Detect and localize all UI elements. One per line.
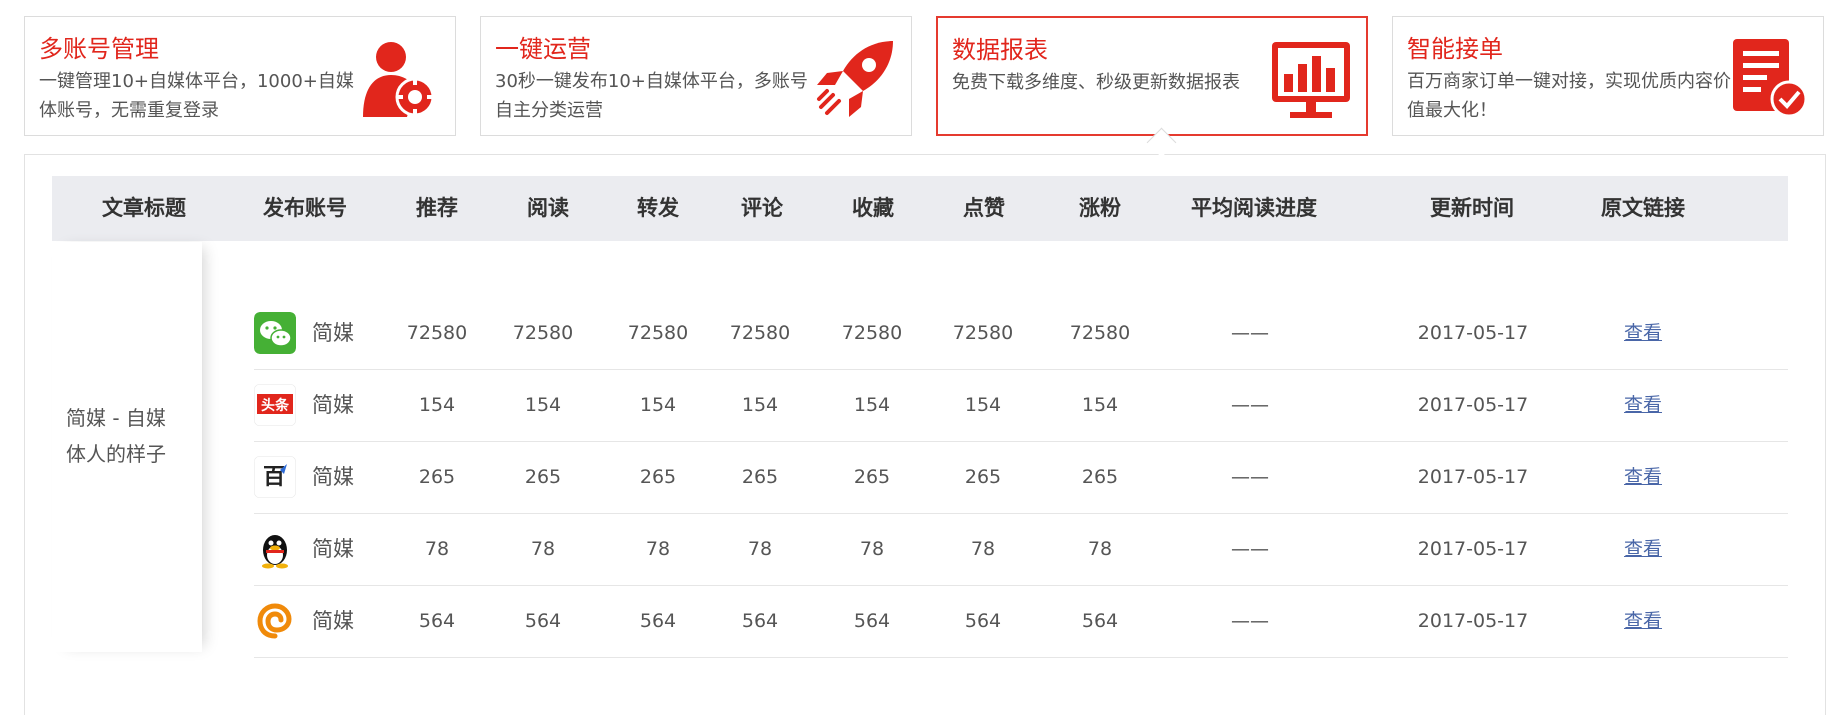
column-header: 阅读 — [527, 196, 569, 220]
avg-read-progress: —— — [1231, 466, 1269, 488]
table-row: 简媒 72580 72580 72580 72580 72580 72580 7… — [254, 297, 1788, 370]
feature-desc: 免费下载多维度、秒级更新数据报表 — [952, 72, 1240, 93]
avg-read-progress: —— — [1231, 538, 1269, 560]
metric-like: 78 — [970, 538, 996, 560]
svg-text:头条: 头条 — [261, 397, 290, 414]
view-original-link[interactable]: 查看 — [1624, 297, 1662, 369]
metric-recommend: 72580 — [406, 322, 468, 344]
table-row: 头条 简媒 154 154 154 154 154 154 154 —— 201… — [254, 369, 1788, 442]
bar-chart-monitor-icon — [1272, 42, 1350, 118]
metric-like: 265 — [964, 466, 1002, 488]
metric-forward: 154 — [639, 394, 677, 416]
view-original-link[interactable]: 查看 — [1624, 513, 1662, 585]
avg-read-progress: —— — [1231, 610, 1269, 632]
metric-recommend: 564 — [418, 610, 456, 632]
column-header: 发布账号 — [263, 196, 347, 220]
table-row: 百 简媒 265 265 265 265 265 265 265 —— 2017… — [254, 441, 1788, 514]
feature-desc: 30秒一键发布10+自媒体平台，多账号自主分类运营 — [495, 71, 808, 121]
feature-title: 数据报表 — [952, 36, 1048, 64]
table-row: 简媒 564 564 564 564 564 564 564 —— 2017-0… — [254, 585, 1788, 658]
feature-card-one-click-ops[interactable]: 一键运营 30秒一键发布10+自媒体平台，多账号自主分类运营 — [480, 16, 912, 136]
metric-fans: 78 — [1087, 538, 1113, 560]
view-original-link[interactable]: 查看 — [1624, 585, 1662, 657]
qq-penguin-icon — [254, 528, 296, 570]
column-header: 收藏 — [852, 196, 894, 220]
metric-recommend: 265 — [418, 466, 456, 488]
metric-favorite: 265 — [853, 466, 891, 488]
metric-like: 72580 — [952, 322, 1014, 344]
column-header: 文章标题 — [102, 196, 186, 220]
column-header: 平均阅读进度 — [1191, 196, 1317, 220]
feature-cards: 多账号管理 一键管理10+自媒体平台，1000+自媒体账号，无需重复登录 一键运… — [24, 16, 1824, 138]
column-header: 评论 — [741, 196, 783, 220]
account-name: 简媒 — [312, 609, 354, 633]
baidu-baijia-icon: 百 — [254, 456, 296, 498]
table-row: 简媒 78 78 78 78 78 78 78 —— 2017-05-17 查看 — [254, 513, 1788, 586]
wechat-icon — [254, 312, 296, 354]
metric-fans: 154 — [1081, 394, 1119, 416]
sohu-spiral-icon — [254, 600, 296, 642]
column-header: 涨粉 — [1079, 196, 1121, 220]
user-gear-icon — [363, 42, 435, 117]
metric-like: 154 — [964, 394, 1002, 416]
metric-fans: 265 — [1081, 466, 1119, 488]
feature-card-multi-account[interactable]: 多账号管理 一键管理10+自媒体平台，1000+自媒体账号，无需重复登录 — [24, 16, 456, 136]
update-time: 2017-05-17 — [1417, 466, 1529, 488]
update-time: 2017-05-17 — [1417, 394, 1529, 416]
update-time: 2017-05-17 — [1417, 538, 1529, 560]
account-name: 简媒 — [312, 393, 354, 417]
metric-read: 78 — [530, 538, 556, 560]
metric-recommend: 78 — [424, 538, 450, 560]
metric-favorite: 78 — [859, 538, 885, 560]
feature-title: 一键运营 — [495, 35, 591, 63]
feature-title: 多账号管理 — [39, 35, 159, 63]
metric-forward: 72580 — [627, 322, 689, 344]
column-header: 更新时间 — [1430, 196, 1514, 220]
article-title-cell: 简媒 - 自媒 体人的样子 — [52, 242, 202, 652]
order-check-icon — [1733, 39, 1808, 118]
account-name: 简媒 — [312, 321, 354, 345]
metric-comment: 78 — [747, 538, 773, 560]
column-header: 推荐 — [416, 196, 458, 220]
metric-favorite: 72580 — [841, 322, 903, 344]
feature-title: 智能接单 — [1407, 35, 1503, 63]
metric-comment: 72580 — [729, 322, 791, 344]
view-original-link[interactable]: 查看 — [1624, 369, 1662, 441]
toutiao-icon: 头条 — [254, 384, 296, 426]
view-original-link[interactable]: 查看 — [1624, 441, 1662, 513]
column-header: 点赞 — [963, 196, 1005, 220]
account-name: 简媒 — [312, 537, 354, 561]
metric-forward: 78 — [645, 538, 671, 560]
article-title: 简媒 - 自媒 体人的样子 — [66, 406, 166, 466]
metric-read: 154 — [524, 394, 562, 416]
update-time: 2017-05-17 — [1417, 322, 1529, 344]
account-name: 简媒 — [312, 465, 354, 489]
metric-fans: 564 — [1081, 610, 1119, 632]
feature-desc: 一键管理10+自媒体平台，1000+自媒体账号，无需重复登录 — [39, 71, 354, 121]
metric-comment: 265 — [741, 466, 779, 488]
metric-comment: 154 — [741, 394, 779, 416]
metric-read: 564 — [524, 610, 562, 632]
feature-card-data-report[interactable]: 数据报表 免费下载多维度、秒级更新数据报表 — [936, 16, 1368, 136]
table-header: 文章标题 发布账号 推荐 阅读 转发 评论 收藏 点赞 涨粉 平均阅读进度 更新… — [52, 176, 1788, 241]
update-time: 2017-05-17 — [1417, 610, 1529, 632]
metric-like: 564 — [964, 610, 1002, 632]
metric-recommend: 154 — [418, 394, 456, 416]
metric-forward: 265 — [639, 466, 677, 488]
avg-read-progress: —— — [1231, 322, 1269, 344]
rocket-icon — [817, 41, 893, 117]
svg-text:百: 百 — [263, 464, 285, 490]
feature-card-smart-orders[interactable]: 智能接单 百万商家订单一键对接，实现优质内容价值最大化！ — [1392, 16, 1824, 136]
metric-forward: 564 — [639, 610, 677, 632]
metric-comment: 564 — [741, 610, 779, 632]
avg-read-progress: —— — [1231, 394, 1269, 416]
metric-favorite: 154 — [853, 394, 891, 416]
column-header: 原文链接 — [1601, 196, 1685, 220]
metric-read: 265 — [524, 466, 562, 488]
metric-read: 72580 — [512, 322, 574, 344]
metric-fans: 72580 — [1069, 322, 1131, 344]
metric-favorite: 564 — [853, 610, 891, 632]
column-header: 转发 — [637, 196, 679, 220]
feature-desc: 百万商家订单一键对接，实现优质内容价值最大化！ — [1407, 71, 1731, 121]
